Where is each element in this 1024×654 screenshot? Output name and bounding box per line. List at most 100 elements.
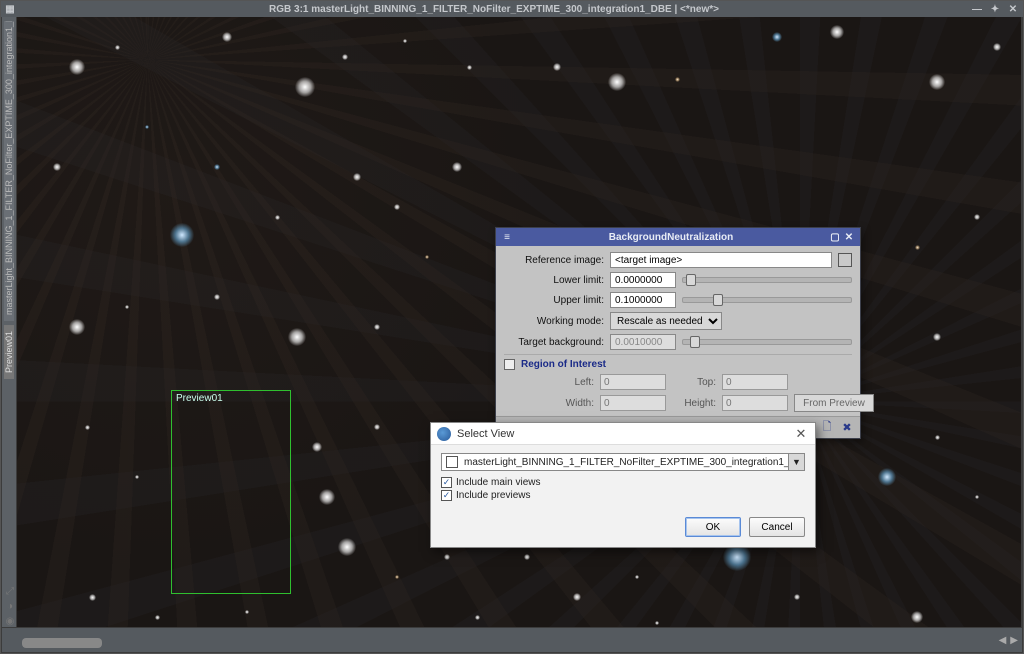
bn-roi-from-preview-button[interactable]: From Preview [794, 394, 874, 412]
ok-button[interactable]: OK [685, 517, 741, 537]
bn-mode-label: Working mode: [504, 316, 604, 327]
app-icon: ▦ [3, 2, 17, 16]
nav-right-icon[interactable]: ▶ [1010, 635, 1018, 646]
bn-target-bg-label: Target background: [504, 337, 604, 348]
close-icon[interactable]: ✕ [1007, 4, 1019, 15]
star [319, 489, 335, 505]
star [794, 594, 800, 600]
bn-roi-left-label: Left: [542, 377, 594, 388]
window-title: RGB 3:1 masterLight_BINNING_1_FILTER_NoF… [17, 4, 971, 15]
bn-roi-left-field[interactable] [600, 374, 666, 390]
star [135, 475, 139, 479]
star [974, 214, 980, 220]
image-canvas[interactable]: Preview01 ≡ BackgroundNeutralization ▢ ✕… [17, 17, 1021, 627]
tool-icon-2[interactable]: ◑ [7, 601, 13, 612]
star [85, 425, 90, 430]
sv-combo-text: masterLight_BINNING_1_FILTER_NoFilter_EX… [462, 457, 788, 468]
star [911, 611, 923, 623]
bn-ref-image-label: Reference image: [504, 255, 604, 266]
minimize-icon[interactable]: — [971, 4, 983, 15]
nav-arrows: ◀ ▶ [999, 635, 1018, 646]
bn-mode-select[interactable]: Rescale as needed [610, 312, 722, 330]
star [214, 164, 220, 170]
star [353, 173, 361, 181]
sv-titlebar[interactable]: Select View ✕ [431, 423, 815, 445]
bn-ref-image-field[interactable] [610, 252, 832, 268]
left-tab-strip: masterLight_BINNING_1_FILTER_NoFilter_EX… [2, 17, 16, 627]
star [275, 215, 280, 220]
sv-view-thumb-icon [446, 456, 458, 468]
sv-body: masterLight_BINNING_1_FILTER_NoFilter_EX… [431, 445, 815, 511]
bn-lower-label: Lower limit: [504, 275, 604, 286]
bn-target-bg-field[interactable] [610, 334, 676, 350]
bn-close-icon[interactable]: ✕ [842, 232, 856, 243]
bn-roi-checkbox[interactable] [504, 359, 515, 370]
bn-ref-image-picker-icon[interactable] [838, 253, 852, 267]
bn-collapse-icon[interactable]: ≡ [500, 232, 514, 243]
bn-lower-slider[interactable] [682, 277, 852, 283]
preview-label: Preview01 [176, 393, 223, 404]
star [772, 32, 782, 42]
bn-roi-width-field[interactable] [600, 395, 666, 411]
star [975, 495, 979, 499]
bn-upper-slider[interactable] [682, 297, 852, 303]
nav-left-icon[interactable]: ◀ [999, 635, 1007, 646]
star [374, 324, 380, 330]
bn-roi-top-label: Top: [672, 377, 716, 388]
window-titlebar[interactable]: ▦ RGB 3:1 masterLight_BINNING_1_FILTER_N… [1, 1, 1023, 17]
cancel-button[interactable]: Cancel [749, 517, 805, 537]
sv-view-combo[interactable]: masterLight_BINNING_1_FILTER_NoFilter_EX… [441, 453, 805, 471]
star [312, 442, 322, 452]
chevron-down-icon[interactable]: ▼ [788, 454, 804, 470]
bn-roi-top-field[interactable] [722, 374, 788, 390]
star [295, 77, 315, 97]
star [933, 333, 941, 341]
bn-titlebar[interactable]: ≡ BackgroundNeutralization ▢ ✕ [496, 228, 860, 246]
bn-body: Reference image: Lower limit: Upper limi… [496, 246, 860, 416]
star [69, 319, 85, 335]
bn-shade-icon[interactable]: ▢ [828, 232, 842, 243]
tool-icon-3[interactable]: ◉ [6, 616, 15, 627]
horizontal-scrollbar-thumb[interactable] [22, 638, 102, 648]
bottom-strip: ◀ ▶ [2, 628, 1022, 652]
tool-icon-1[interactable]: ⤢ [6, 586, 14, 597]
bn-doc-icon[interactable]: 🗋 [820, 421, 834, 435]
sv-button-row: OK Cancel [431, 511, 815, 547]
star [338, 538, 356, 556]
star [915, 245, 920, 250]
star [245, 610, 249, 614]
bn-roi-width-label: Width: [542, 398, 594, 409]
sv-include-previews-label: Include previews [456, 490, 530, 501]
bn-lower-field[interactable] [610, 272, 676, 288]
bn-upper-label: Upper limit: [504, 295, 604, 306]
bn-upper-field[interactable] [610, 292, 676, 308]
star [155, 615, 160, 620]
star [635, 575, 639, 579]
star [115, 45, 120, 50]
checkmark-icon: ✓ [441, 477, 452, 488]
star [125, 305, 129, 309]
bn-reset-icon[interactable]: ✖ [840, 421, 854, 435]
select-view-dialog[interactable]: Select View ✕ masterLight_BINNING_1_FILT… [430, 422, 816, 548]
preview-rectangle[interactable]: Preview01 [171, 390, 291, 594]
tab-masterlight[interactable]: masterLight_BINNING_1_FILTER_NoFilter_EX… [4, 21, 14, 321]
background-neutralization-panel[interactable]: ≡ BackgroundNeutralization ▢ ✕ Reference… [495, 227, 861, 439]
sv-include-main-checkbox[interactable]: ✓ Include main views [441, 477, 805, 488]
star [524, 554, 530, 560]
star [342, 54, 348, 60]
tab-preview01[interactable]: Preview01 [4, 325, 14, 379]
sv-include-previews-checkbox[interactable]: ✓ Include previews [441, 490, 805, 501]
star [89, 594, 96, 601]
star [53, 163, 61, 171]
image-window: ▦ RGB 3:1 masterLight_BINNING_1_FILTER_N… [0, 0, 1024, 654]
star [145, 125, 149, 129]
star [655, 621, 659, 625]
maximize-icon[interactable]: ✦ [989, 4, 1001, 15]
star [425, 255, 429, 259]
bn-roi-title: Region of Interest [521, 359, 606, 370]
bn-roi-height-field[interactable] [722, 395, 788, 411]
star [675, 77, 680, 82]
bn-target-bg-slider[interactable] [682, 339, 852, 345]
sv-close-icon[interactable]: ✕ [793, 426, 809, 442]
star [929, 74, 945, 90]
